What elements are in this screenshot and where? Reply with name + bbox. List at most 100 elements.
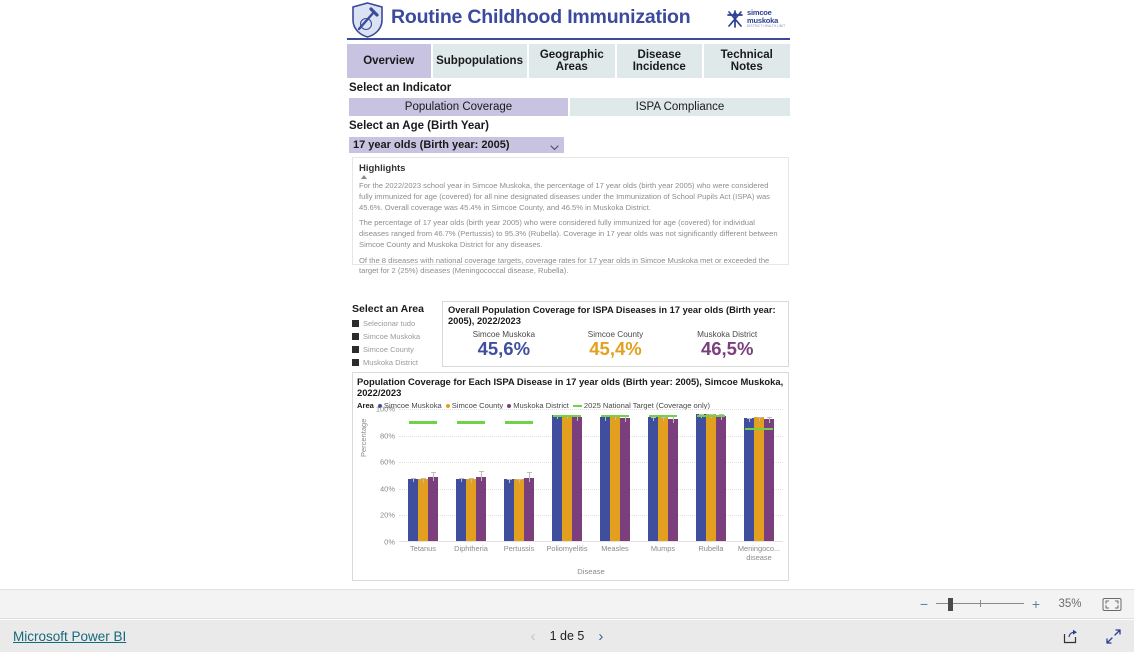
- checkbox-icon[interactable]: [352, 333, 359, 340]
- report-header: Routine Childhood Immunization simcoe mu…: [347, 0, 790, 40]
- plot-area: [399, 409, 783, 542]
- zoom-slider-tick: [980, 600, 981, 607]
- bar[interactable]: [562, 414, 572, 541]
- target-line: [649, 414, 677, 418]
- bar[interactable]: [476, 476, 486, 541]
- overall-coverage-card-title: Overall Population Coverage for ISPA Dis…: [448, 305, 776, 327]
- area-slicer-item-simcoe-county[interactable]: Simcoe County: [352, 343, 440, 356]
- target-line: [505, 421, 533, 424]
- bar[interactable]: [524, 477, 534, 541]
- indicator-slicer-label: Select an Indicator: [349, 82, 452, 94]
- bar[interactable]: [408, 478, 418, 541]
- kpi-muskoka-district: Muskoka District 46,5%: [671, 330, 783, 359]
- x-axis-tick-label: Pertussis: [503, 544, 535, 553]
- target-line: [601, 414, 629, 418]
- bar[interactable]: [456, 478, 466, 541]
- target-line: [697, 414, 725, 418]
- zoom-level-value: 35%: [1058, 598, 1082, 610]
- error-bar-cap: [506, 478, 512, 480]
- y-axis-tick-label: 20%: [379, 510, 395, 520]
- indicator-option-ispa-compliance[interactable]: ISPA Compliance: [570, 98, 790, 116]
- area-slicer-item-simcoe-muskoka[interactable]: Simcoe Muskoka: [352, 330, 440, 343]
- tab-subpopulations-label: Subpopulations: [436, 54, 523, 67]
- indicator-option-population-coverage[interactable]: Population Coverage: [349, 98, 568, 116]
- share-icon[interactable]: [1062, 628, 1079, 645]
- bar[interactable]: [754, 417, 764, 541]
- viewer-footer: Microsoft Power BI ‹ 1 de 5 ›: [0, 620, 1134, 652]
- y-axis-tick-label: 80%: [379, 431, 395, 441]
- coverage-bar-chart: Population Coverage for Each ISPA Diseas…: [352, 372, 789, 581]
- bar[interactable]: [668, 418, 678, 541]
- bar[interactable]: [572, 416, 582, 541]
- chevron-down-icon: [549, 140, 560, 151]
- bar[interactable]: [620, 418, 630, 541]
- target-line: [457, 421, 485, 424]
- overall-coverage-values: Simcoe Muskoka 45,6% Simcoe County 45,4%…: [448, 330, 783, 359]
- bar[interactable]: [744, 418, 754, 541]
- previous-page-button[interactable]: ‹: [531, 629, 536, 644]
- bar[interactable]: [552, 415, 562, 541]
- kpi-muskoka-district-value: 46,5%: [700, 337, 754, 359]
- highlights-card: Highlights For the 2022/2023 school year…: [352, 157, 789, 275]
- org-logo-line3: DISTRICT HEALTH UNIT: [747, 24, 786, 29]
- x-axis-tick-label: Measles: [601, 544, 629, 553]
- checkbox-icon[interactable]: [352, 320, 359, 327]
- bar[interactable]: [696, 414, 706, 541]
- age-slicer-label: Select an Age (Birth Year): [349, 120, 489, 132]
- error-bar-cap: [516, 478, 522, 480]
- tab-subpopulations[interactable]: Subpopulations: [432, 44, 527, 78]
- tab-disease-incidence[interactable]: Disease Incidence: [617, 44, 702, 78]
- kpi-simcoe-muskoka-value: 45,6%: [477, 337, 531, 359]
- zoom-slider[interactable]: [936, 597, 1024, 611]
- page-indicator: 1 de 5: [549, 629, 585, 643]
- chart-title: Population Coverage for Each ISPA Diseas…: [357, 376, 784, 399]
- x-axis-tick-label: Tetanus: [410, 544, 436, 553]
- error-bar: [481, 471, 482, 481]
- fullscreen-icon[interactable]: [1105, 628, 1122, 645]
- tab-technical-notes[interactable]: Technical Notes: [703, 44, 790, 78]
- bar[interactable]: [764, 419, 774, 541]
- bar[interactable]: [514, 479, 524, 541]
- fit-to-page-icon[interactable]: [1102, 597, 1122, 612]
- bar[interactable]: [418, 478, 428, 541]
- x-axis-tick-label: Diphtheria: [454, 544, 488, 553]
- org-logo-line2: muskoka: [747, 15, 779, 25]
- zoom-in-button[interactable]: +: [1028, 597, 1044, 611]
- area-slicer-item-select-all[interactable]: Selecionar tudo: [352, 317, 440, 330]
- y-axis-tick-label: 40%: [379, 484, 395, 494]
- x-axis-tick-labels: Tetanus Diphtheria Pertussis Poliomyelitis M…: [399, 544, 783, 566]
- shield-syringe-icon: [351, 2, 384, 38]
- y-axis-tick-labels: 0% 20% 40% 60% 80% 100%: [367, 405, 397, 547]
- legend-swatch-icon: [445, 403, 450, 408]
- bar[interactable]: [648, 416, 658, 541]
- error-bar-cap: [478, 471, 484, 473]
- bar[interactable]: [658, 416, 668, 541]
- area-slicer-item-muskoka-district[interactable]: Muskoka District: [352, 356, 440, 369]
- collapse-caret-icon[interactable]: [361, 175, 367, 179]
- zoom-out-button[interactable]: −: [916, 597, 932, 611]
- highlights-paragraph-2: The percentage of 17 year olds (birth ye…: [359, 218, 778, 249]
- bar[interactable]: [504, 478, 514, 541]
- bar[interactable]: [428, 476, 438, 541]
- x-axis-tick-label: Mumps: [650, 544, 676, 553]
- bar[interactable]: [466, 478, 476, 541]
- report-canvas: Routine Childhood Immunization simcoe mu…: [0, 0, 1134, 589]
- legend-line-icon: [572, 404, 582, 407]
- tab-geographic-areas[interactable]: Geographic Areas: [528, 44, 615, 78]
- next-page-button[interactable]: ›: [598, 629, 603, 644]
- highlights-paragraph-1: For the 2022/2023 school year in Simcoe …: [359, 181, 770, 212]
- indicator-option-ispa-compliance-label: ISPA Compliance: [635, 101, 725, 113]
- bar[interactable]: [706, 414, 716, 541]
- bar[interactable]: [600, 416, 610, 541]
- age-dropdown[interactable]: 17 year olds (Birth year: 2005): [349, 137, 564, 153]
- page-navigator: ‹ 1 de 5 ›: [0, 629, 1134, 644]
- checkbox-icon[interactable]: [352, 359, 359, 366]
- bar[interactable]: [610, 416, 620, 541]
- tab-overview[interactable]: Overview: [347, 44, 431, 78]
- zoom-slider-thumb[interactable]: [948, 598, 953, 611]
- kpi-simcoe-county: Simcoe County 45,4%: [560, 330, 672, 359]
- bar[interactable]: [716, 416, 726, 541]
- y-axis-tick-label: 60%: [379, 457, 395, 467]
- x-axis-tick-label: Poliomyelitis: [546, 544, 588, 553]
- checkbox-icon[interactable]: [352, 346, 359, 353]
